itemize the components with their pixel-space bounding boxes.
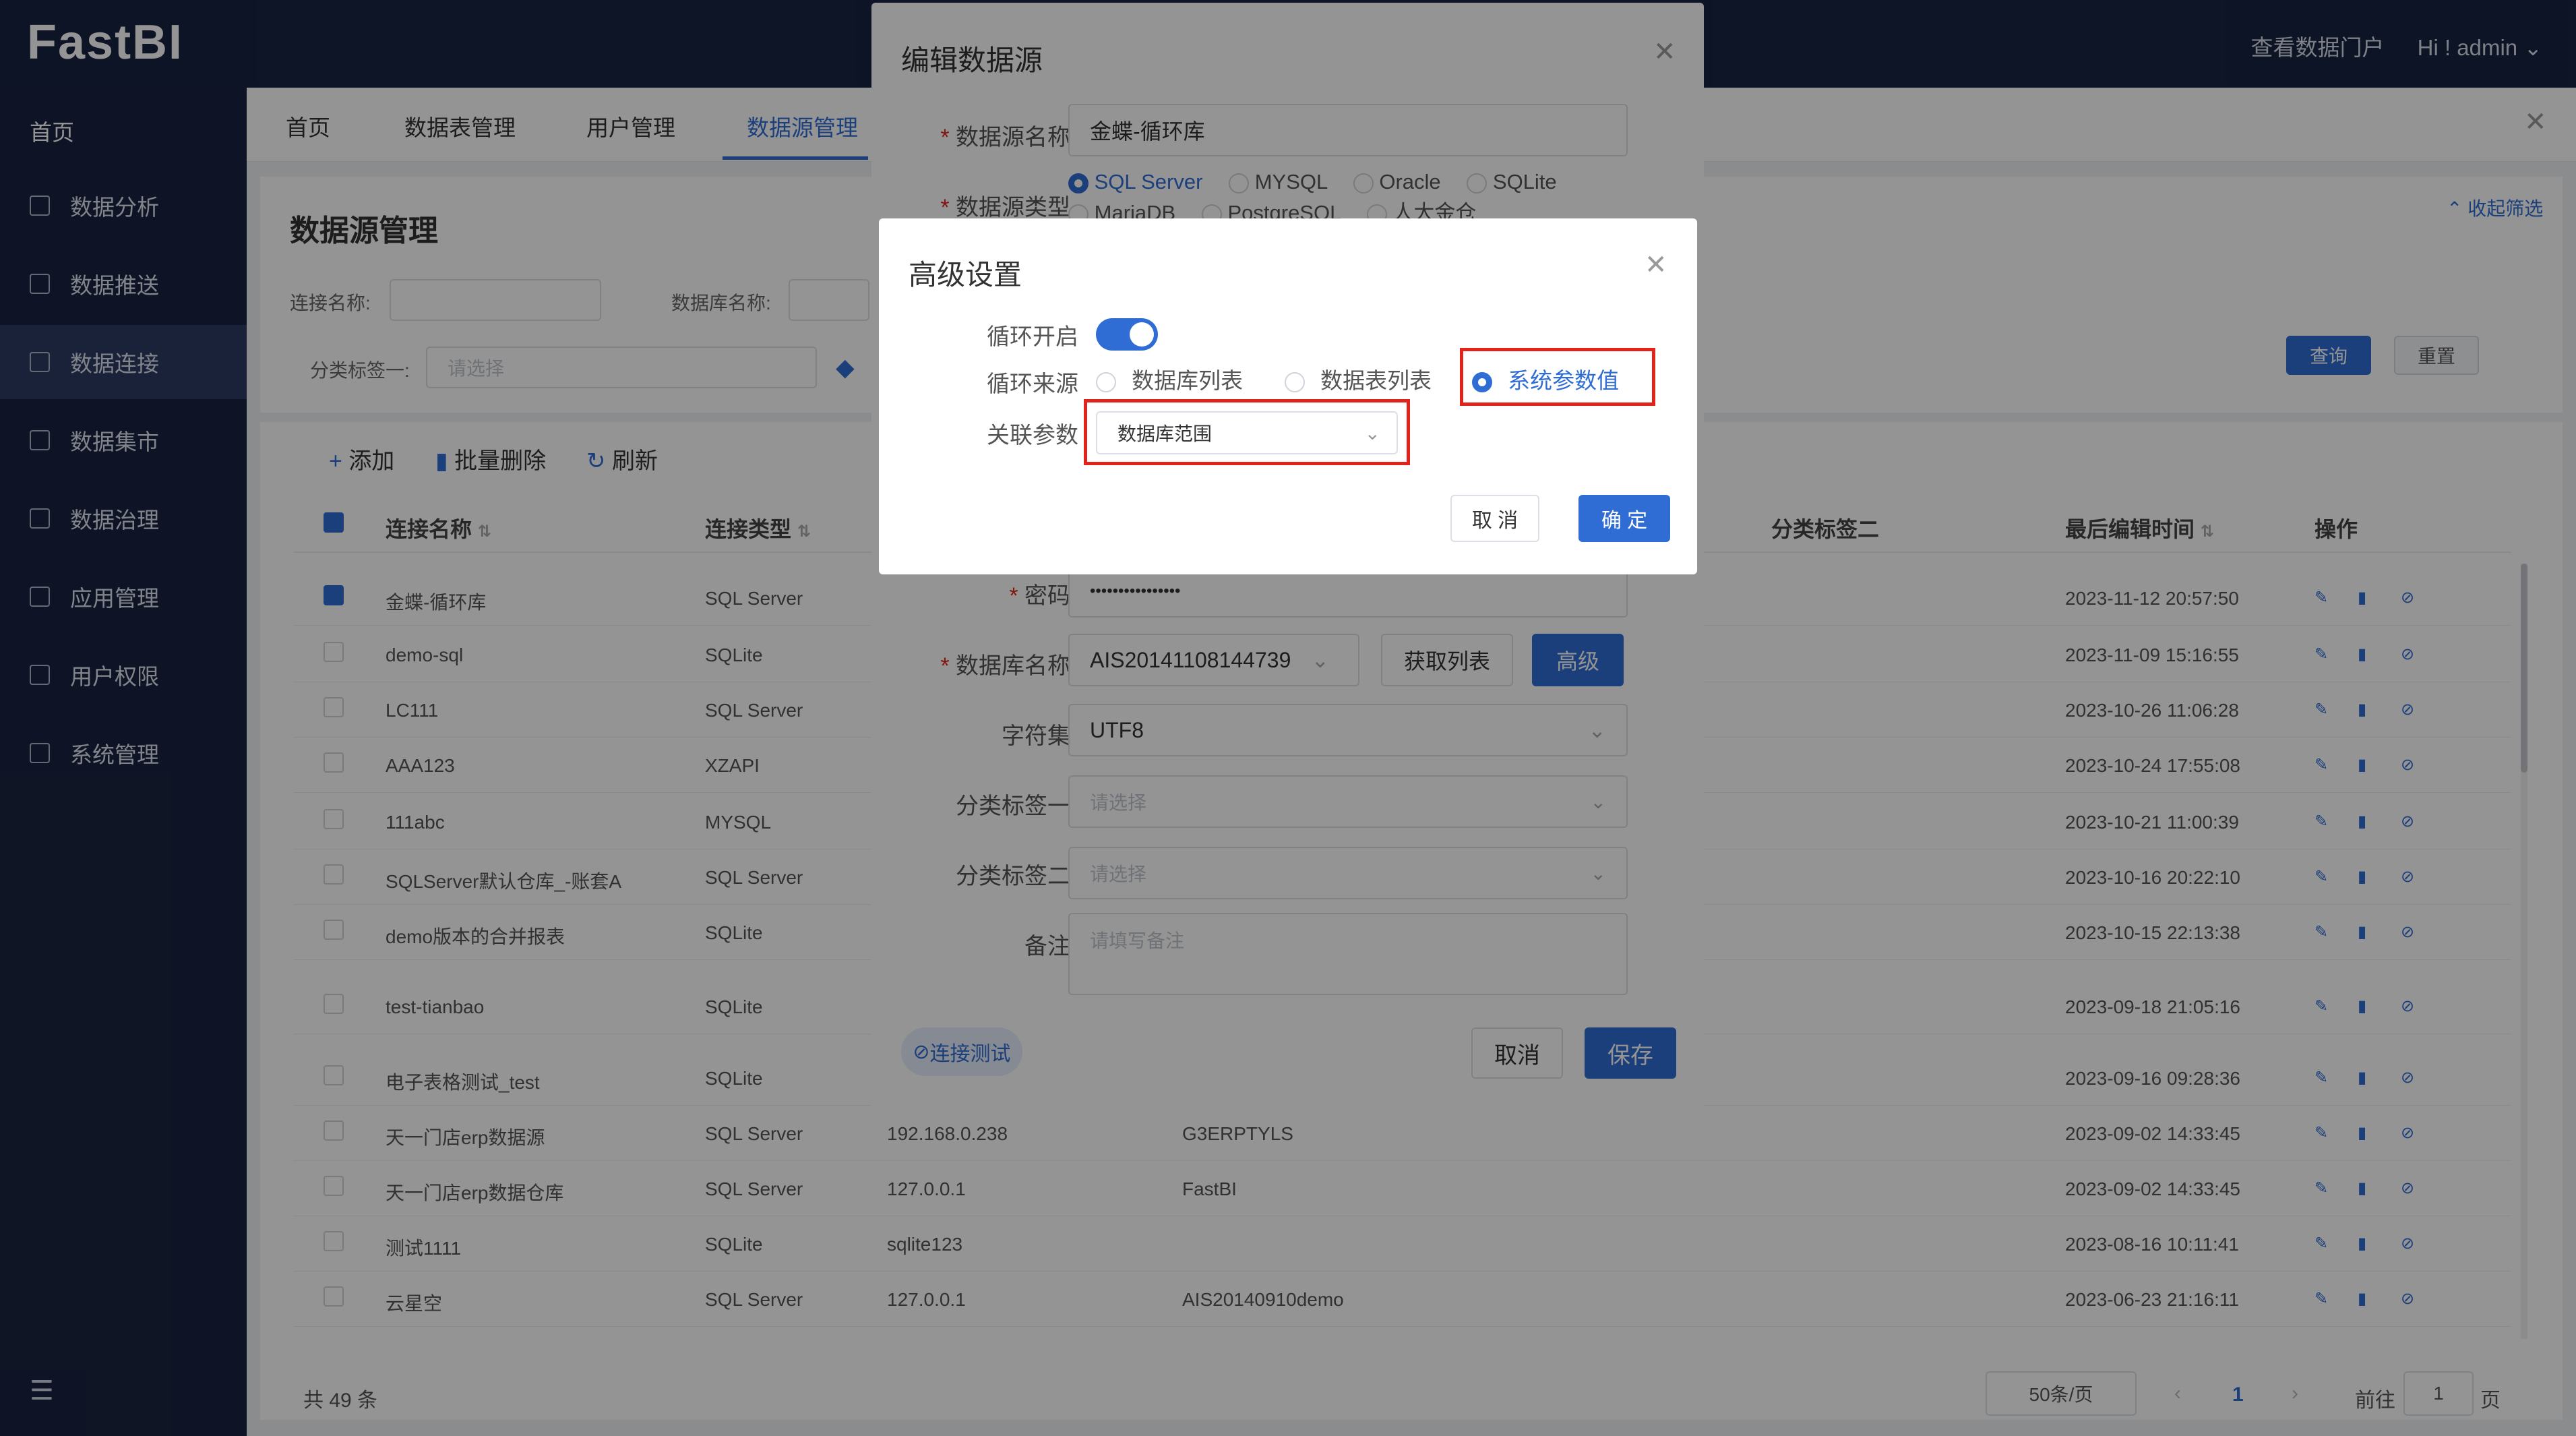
advanced-dialog-title: 高级设置 xyxy=(909,259,1022,291)
source-option-db[interactable]: 数据库列表 xyxy=(1096,363,1243,395)
loop-label: 循环开启 xyxy=(987,324,1078,350)
advanced-settings-dialog: 高级设置 ✕ 循环开启 循环来源 数据库列表 数据表列表 系统参数值 关联参数 … xyxy=(879,218,1697,574)
source-option-table[interactable]: 数据表列表 xyxy=(1285,363,1432,395)
source-label: 循环来源 xyxy=(987,371,1078,397)
loop-toggle[interactable] xyxy=(1096,318,1158,351)
close-icon[interactable]: ✕ xyxy=(1645,249,1667,280)
source-option-system-param[interactable]: 系统参数值 xyxy=(1472,363,1619,395)
toggle-knob xyxy=(1130,322,1154,347)
param-select[interactable]: 数据库范围 ⌄ xyxy=(1096,411,1398,454)
modal-mask[interactable] xyxy=(0,0,2576,1436)
param-label: 关联参数 xyxy=(987,423,1078,448)
chevron-down-icon: ⌄ xyxy=(1364,422,1380,444)
adv-confirm-button[interactable]: 确 定 xyxy=(1578,495,1670,542)
adv-cancel-button[interactable]: 取 消 xyxy=(1450,495,1539,542)
